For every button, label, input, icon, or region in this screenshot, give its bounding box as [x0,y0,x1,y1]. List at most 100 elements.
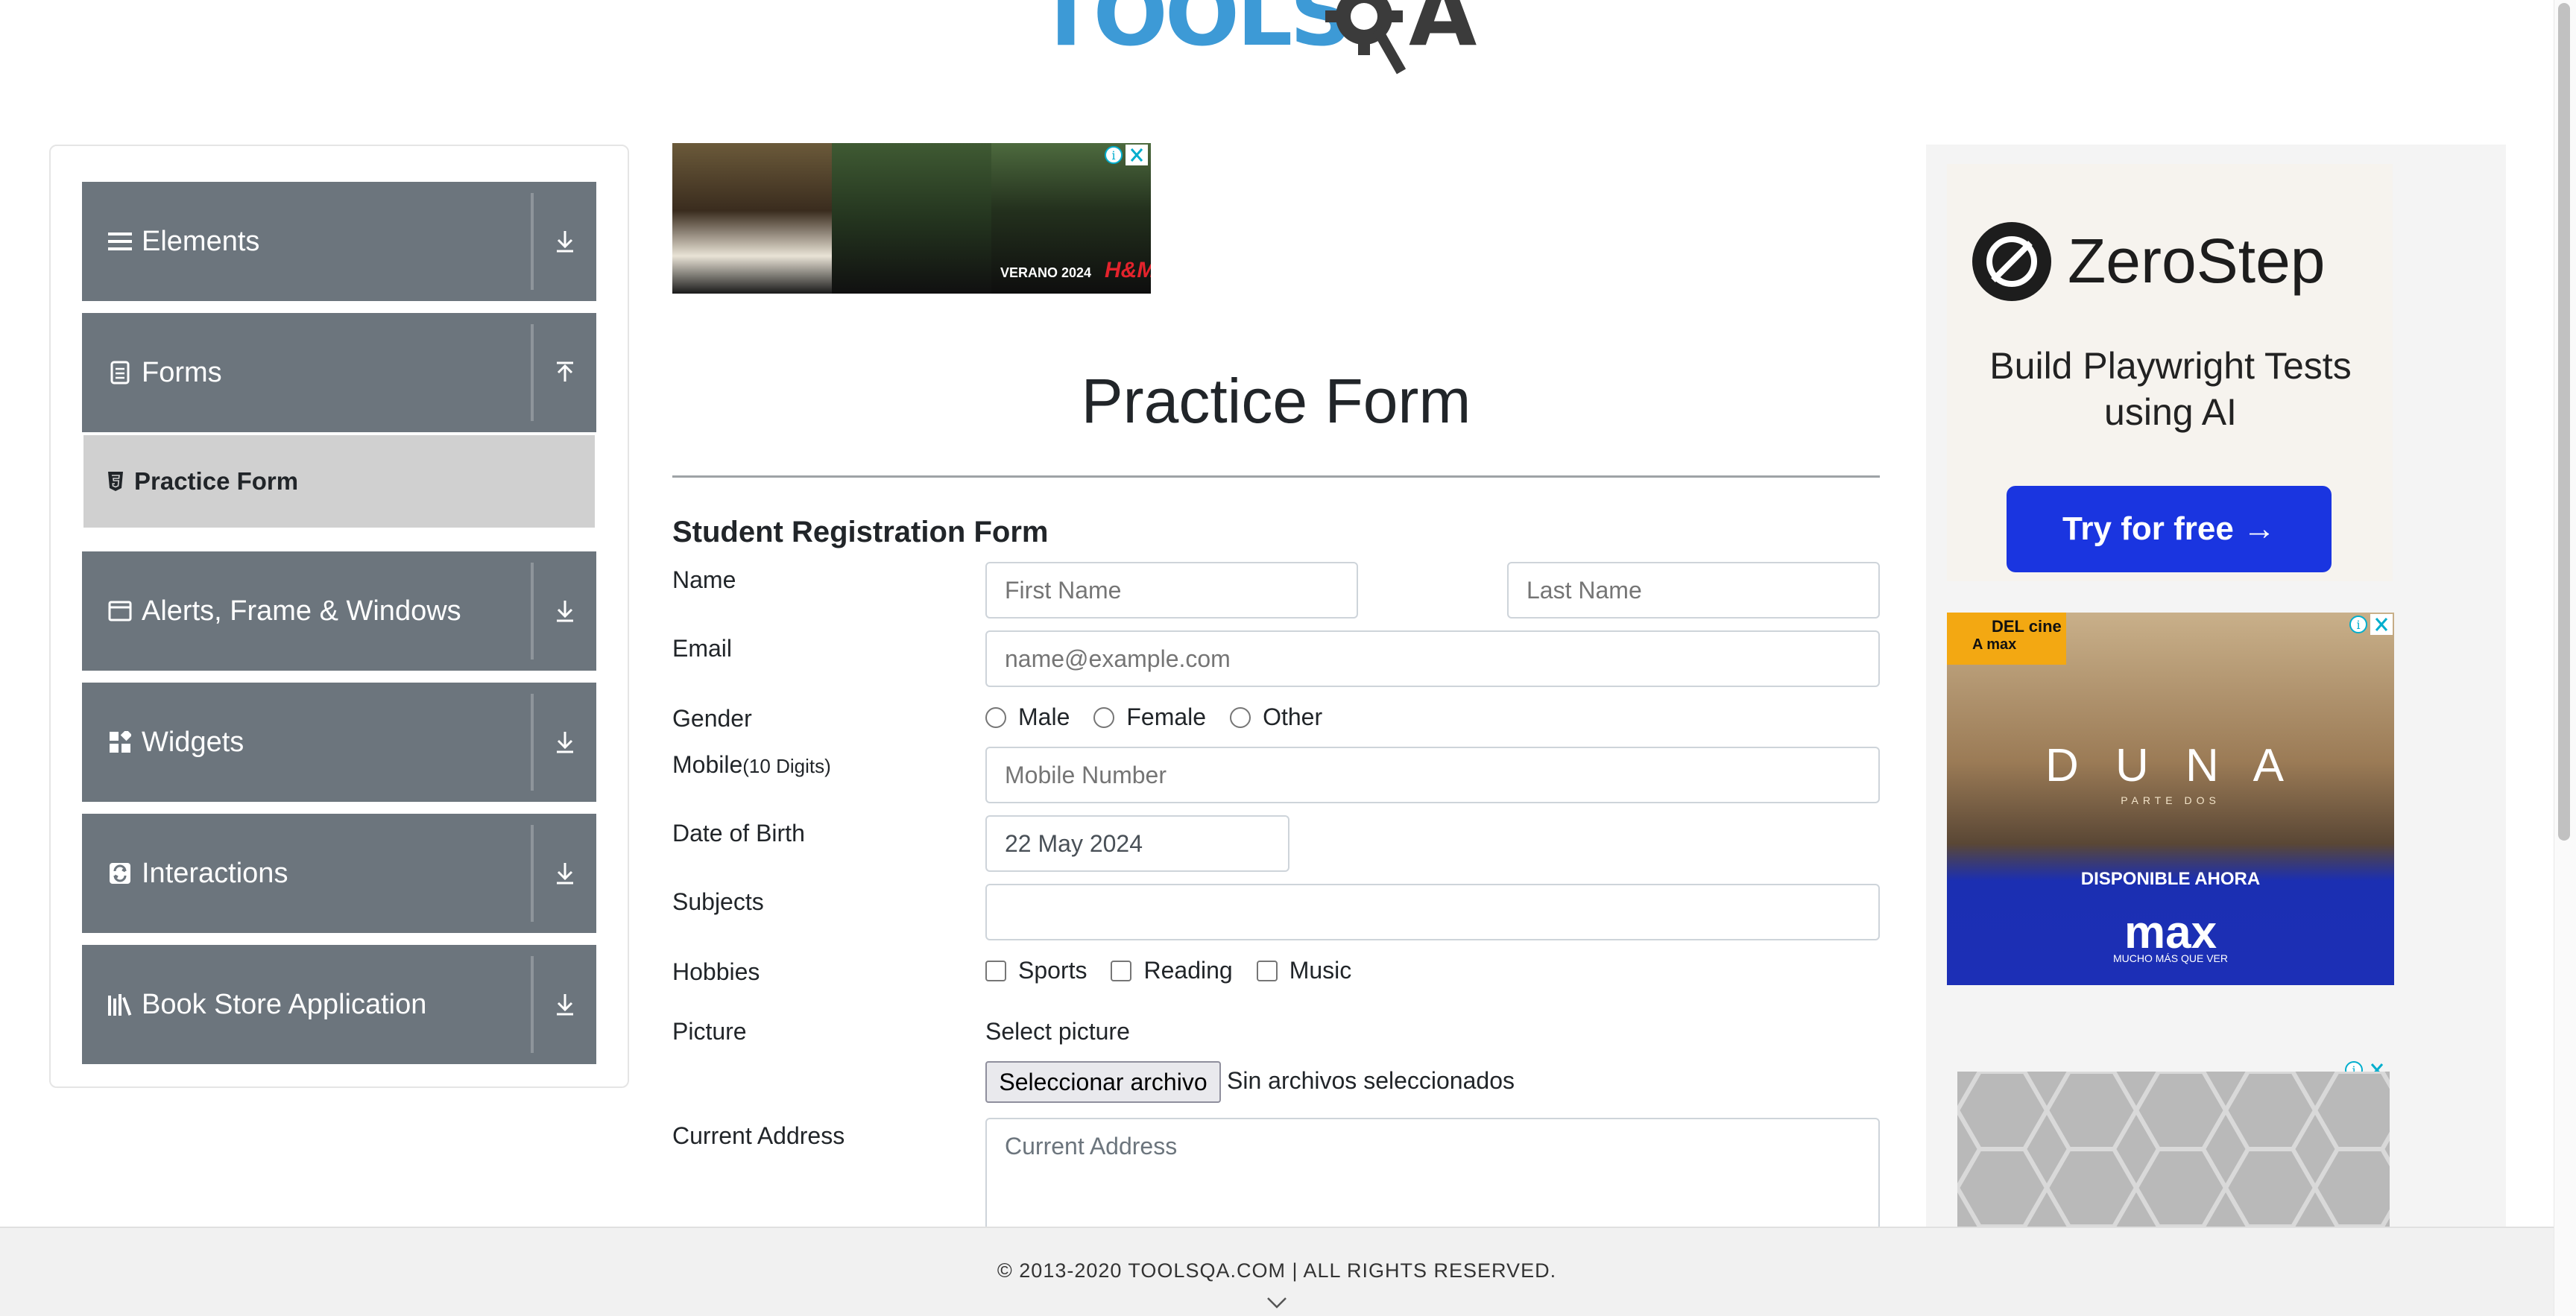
zerostep-logo-icon [1971,221,2053,303]
email-label: Email [672,635,733,662]
badge-bottom-text: A max [1972,636,2017,653]
mobile-label-text: Mobile [672,751,743,778]
html5-icon [106,470,125,493]
gender-female-radio[interactable]: Female [1093,703,1206,731]
radio-circle[interactable] [1230,706,1251,728]
sidebar-group-label: Interactions [142,857,288,889]
ad-caption: VERANO 2024 [1000,265,1092,280]
name-label: Name [672,566,736,593]
checkbox-label: Music [1289,957,1352,984]
checkbox-label: Sports [1018,957,1087,984]
dune-tagline: DISPONIBLE AHORA [2080,869,2261,889]
interactions-icon [107,861,133,886]
select-picture-label: Select picture [985,1018,1130,1045]
download-arrow-icon[interactable] [534,599,596,623]
sidebar-item-practice-form[interactable]: Practice Form [83,435,595,528]
sidebar-group-label: Alerts, Frame & Windows [142,595,461,627]
mobile-input[interactable] [985,747,1880,803]
choose-file-button[interactable]: Seleccionar archivo [985,1061,1221,1103]
sidebar-group-label: Book Store Application [142,988,427,1020]
date-of-birth-input[interactable]: 22 May 2024 [985,815,1289,872]
ad-info-icon[interactable]: i [2348,614,2369,635]
checkbox-box[interactable] [1111,960,1132,981]
checkbox-box[interactable] [985,960,1006,981]
chevron-down-icon[interactable] [1266,1295,1288,1310]
radio-circle[interactable] [1093,706,1115,728]
hobby-music-checkbox[interactable]: Music [1256,957,1352,984]
mobile-label: Mobile(10 Digits) [672,751,831,779]
last-name-input[interactable] [1507,562,1880,619]
email-input[interactable] [985,630,1880,687]
max-logo-sub: MUCHO MÁS QUE VER [2112,952,2228,964]
sidebar-group-label: Forms [142,356,222,388]
gender-radio-group: Male Female Other [985,703,1346,731]
books-icon [107,992,133,1017]
subjects-label: Subjects [672,888,764,915]
checkbox-label: Reading [1143,957,1233,984]
svg-text:i: i [1111,148,1115,162]
zerostep-advertisement[interactable]: ZeroStep Build Playwright Tests using AI… [1947,164,2393,581]
download-arrow-icon[interactable] [534,861,596,885]
gender-male-radio[interactable]: Male [985,703,1070,731]
max-logo: max [2124,907,2217,958]
dob-label: Date of Birth [672,820,805,847]
subjects-input[interactable] [985,884,1880,940]
footer: © 2013-2020 TOOLSQA.COM | ALL RIGHTS RES… [0,1227,2554,1316]
gender-other-radio[interactable]: Other [1230,703,1322,731]
radio-circle[interactable] [985,706,1006,728]
ad-photo [832,143,991,294]
radio-label: Female [1126,703,1207,730]
menu-lines-icon [107,229,133,254]
hobby-sports-checkbox[interactable]: Sports [985,957,1087,984]
zerostep-brand: ZeroStep [2068,226,2326,296]
sidebar-group-book-store[interactable]: Book Store Application [82,945,596,1064]
footer-copyright: © 2013-2020 TOOLSQA.COM | ALL RIGHTS RES… [997,1259,1557,1282]
sidebar-item-label: Practice Form [134,467,299,495]
title-divider [672,475,1880,478]
hobbies-checkbox-group: Sports Reading Music [985,957,1375,984]
sidebar-group-widgets[interactable]: Widgets [82,683,596,802]
zerostep-headline: Build Playwright Tests using AI [1989,345,2352,433]
hm-logo: H&M [1105,258,1151,282]
toolsqa-logo[interactable]: TOOLS A [1036,0,1528,98]
dune-subtitle: PARTE DOS [2121,794,2220,806]
download-arrow-icon[interactable] [534,993,596,1016]
dune-title: D U N A [2045,740,2296,791]
first-name-input[interactable] [985,562,1358,619]
sidebar-group-alerts[interactable]: Alerts, Frame & Windows [82,551,596,671]
ad-info-icon[interactable]: i [1103,145,1124,165]
sidebar-group-label: Elements [142,225,260,257]
radio-label: Other [1263,703,1323,730]
sidebar-group-elements[interactable]: Elements [82,182,596,301]
radio-label: Male [1018,703,1070,730]
mobile-hint: (10 Digits) [742,755,831,777]
sidebar: Elements Forms Practice Form Alerts, Fra… [49,145,629,1088]
form-heading: Student Registration Form [672,516,1049,548]
top-advertisement[interactable]: VERANO 2024 H&M i [672,143,1151,294]
dune-advertisement[interactable]: DEL cine A max D U N A PARTE DOS DISPONI… [1947,613,2394,985]
ad-close-icon[interactable] [2370,614,2393,635]
address-label: Current Address [672,1122,845,1149]
page-title: Practice Form [1081,366,1471,436]
badge-top-text: DEL cine [1992,617,2062,636]
download-arrow-icon[interactable] [534,730,596,754]
document-icon [107,360,133,385]
window-icon [107,598,133,624]
sidebar-group-label: Widgets [142,726,244,758]
svg-text:TOOLS: TOOLS [1036,0,1350,66]
upload-arrow-icon[interactable] [534,361,596,385]
file-status: Sin archivos seleccionados [1227,1067,1515,1094]
checkbox-box[interactable] [1256,960,1278,981]
download-arrow-icon[interactable] [534,230,596,253]
try-for-free-button[interactable]: Try for free → [2007,486,2332,572]
picture-label: Picture [672,1018,747,1045]
svg-text:i: i [2356,618,2360,632]
hobbies-label: Hobbies [672,958,760,985]
widgets-icon [107,730,133,755]
sidebar-group-interactions[interactable]: Interactions [82,814,596,933]
ad-close-icon[interactable] [1126,145,1148,165]
sidebar-group-forms[interactable]: Forms [82,313,596,432]
svg-text:A: A [1409,0,1477,66]
hobby-reading-checkbox[interactable]: Reading [1111,957,1233,984]
scrollbar-thumb[interactable] [2558,3,2570,841]
